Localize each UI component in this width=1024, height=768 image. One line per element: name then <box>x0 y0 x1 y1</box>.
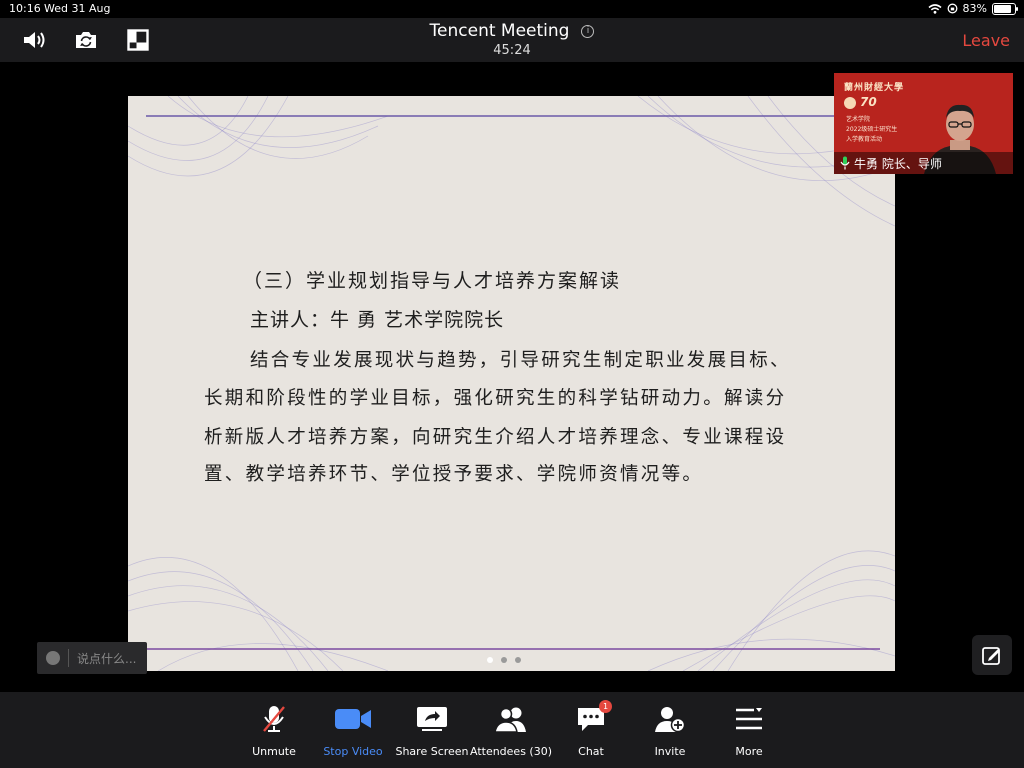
chat-input-placeholder: 说点什么... <box>77 651 137 666</box>
battery-percent: 83% <box>962 2 987 15</box>
meeting-title-area: Tencent Meeting i 45:24 <box>0 21 1024 58</box>
meeting-timer: 45:24 <box>493 43 531 58</box>
meeting-title: Tencent Meeting <box>429 21 570 41</box>
participant-video[interactable]: 蘭州財經大學 70 艺术学院 2022级硕士研究生 入学教育活动 牛勇 院长、导… <box>834 73 1013 174</box>
meeting-toolbar: Unmute Stop Video Share Screen Attendees… <box>0 692 1024 768</box>
slide-paragraph-line: 长期和阶段性的学业目标，强化研究生的科学钻研动力。解读分 <box>204 388 787 409</box>
university-emblem-icon <box>844 97 856 109</box>
slide-paragraph-line: 结合专业发展现状与趋势，引导研究生制定职业发展目标、 <box>250 350 791 371</box>
divider <box>68 649 69 667</box>
video-badge-number: 70 <box>860 95 877 109</box>
share-screen-button[interactable]: Share Screen <box>387 692 477 768</box>
slide-heading: （三）学业规划指导与人才培养方案解读 <box>243 270 622 292</box>
attendees-label: Attendees (30) <box>469 745 553 758</box>
emoji-icon[interactable] <box>46 651 60 665</box>
annotate-button[interactable] <box>972 635 1012 675</box>
video-camera-icon <box>335 709 371 729</box>
shared-slide: （三）学业规划指导与人才培养方案解读 主讲人：牛 勇 艺术学院院长 结合专业发展… <box>128 96 895 671</box>
unmute-button[interactable]: Unmute <box>229 692 319 768</box>
annotate-icon <box>982 647 1000 665</box>
page-dot[interactable] <box>515 657 521 663</box>
wifi-icon <box>928 3 942 14</box>
page-dot[interactable] <box>487 657 493 663</box>
slide-speaker: 主讲人：牛 勇 艺术学院院长 <box>250 309 505 331</box>
slide-paragraph-line: 置、教学培养环节、学位授予要求、学院师资情况等。 <box>204 464 704 485</box>
mic-active-icon <box>840 156 850 170</box>
stop-video-button[interactable]: Stop Video <box>308 692 398 768</box>
slide-paragraph-line: 析新版人才培养方案，向研究生介绍人才培养理念、专业课程设 <box>204 427 787 448</box>
video-university-name: 蘭州財經大學 <box>844 83 905 93</box>
chat-label: Chat <box>578 745 604 758</box>
share-screen-label: Share Screen <box>395 745 469 758</box>
video-caption-line: 入学教育活动 <box>846 136 883 143</box>
chat-button[interactable]: 1 Chat <box>546 692 636 768</box>
video-caption-line: 艺术学院 <box>846 116 871 123</box>
status-bar: 10:16 Wed 31 Aug 83% <box>0 0 1024 18</box>
status-time: 10:16 <box>9 2 41 15</box>
battery-icon <box>992 2 1018 15</box>
mic-muted-icon <box>263 706 285 732</box>
stop-video-label: Stop Video <box>323 745 383 758</box>
invite-label: Invite <box>654 745 686 758</box>
invite-button[interactable]: Invite <box>625 692 715 768</box>
slide-content: （三）学业规划指导与人才培养方案解读 主讲人：牛 勇 艺术学院院长 结合专业发展… <box>128 96 895 671</box>
video-caption-line: 2022级硕士研究生 <box>846 126 898 133</box>
more-icon <box>736 708 762 730</box>
info-icon[interactable]: i <box>581 25 595 38</box>
unmute-label: Unmute <box>252 745 296 758</box>
leave-button[interactable]: Leave <box>962 31 1010 50</box>
participant-name-bar: 牛勇 院长、导师 <box>834 152 1013 174</box>
more-button[interactable]: More <box>704 692 794 768</box>
more-label: More <box>735 745 763 758</box>
participant-name: 牛勇 院长、导师 <box>854 156 942 171</box>
status-date: Wed 31 Aug <box>44 2 111 15</box>
meeting-top-bar: Tencent Meeting i 45:24 Leave <box>0 18 1024 62</box>
chat-unread-badge: 1 <box>599 700 612 713</box>
page-indicator[interactable] <box>487 657 521 663</box>
share-screen-icon <box>417 707 447 731</box>
orientation-lock-icon <box>947 3 957 14</box>
page-dot[interactable] <box>501 657 507 663</box>
attendees-icon <box>494 707 526 733</box>
attendees-button[interactable]: Attendees (30) <box>466 692 556 768</box>
invite-icon <box>655 707 686 733</box>
chat-input[interactable]: 说点什么... <box>37 642 147 674</box>
status-right: 83% <box>928 2 1018 15</box>
